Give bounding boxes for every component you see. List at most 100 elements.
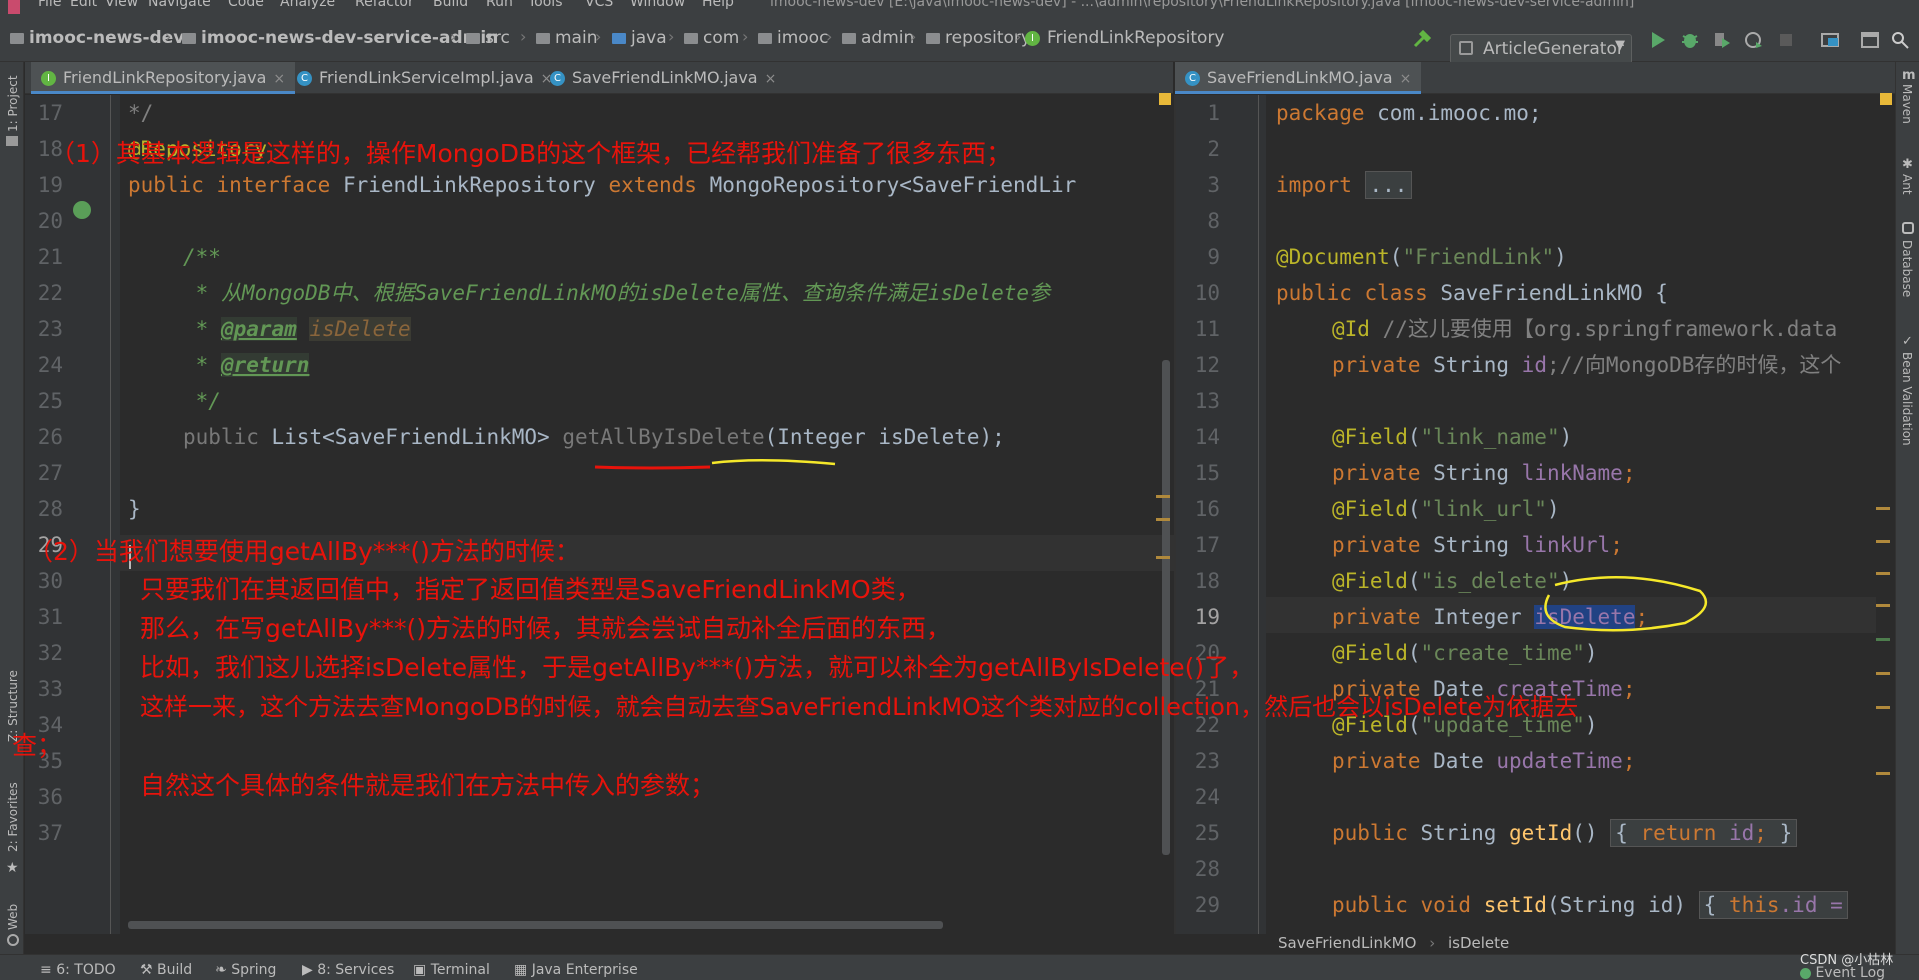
project-structure-icon[interactable] bbox=[1820, 30, 1840, 50]
breadcrumb-file[interactable]: I FriendLinkRepository bbox=[1025, 28, 1225, 48]
tab-savefriendlinkmo-left[interactable]: C SaveFriendLinkMO.java × bbox=[540, 62, 786, 94]
field-type: String bbox=[1433, 533, 1522, 557]
tab-savefriendlinkmo-right[interactable]: C SaveFriendLinkMO.java × bbox=[1175, 62, 1422, 94]
breadcrumb-java[interactable]: java bbox=[612, 28, 667, 48]
error-stripe-mark[interactable] bbox=[1156, 518, 1170, 521]
line-number: 16 bbox=[1194, 497, 1220, 521]
menu-window[interactable]: Window bbox=[630, 0, 685, 10]
right-code-editor[interactable]: package com.imooc.mo; import ... @Docume… bbox=[1276, 95, 1876, 934]
line-number: 37 bbox=[37, 821, 63, 845]
chevron-right-icon: › bbox=[520, 27, 527, 46]
layout-icon[interactable] bbox=[1860, 30, 1880, 50]
class-icon: C bbox=[297, 71, 312, 86]
debug-icon[interactable] bbox=[1680, 30, 1700, 50]
hammer-icon[interactable] bbox=[1412, 30, 1432, 50]
annotation-8: 自然这个具体的条件就是我们在方法中传入的参数； bbox=[140, 771, 716, 800]
breadcrumb-admin[interactable]: admin bbox=[842, 28, 914, 48]
menu-file[interactable]: File bbox=[38, 0, 61, 10]
breadcrumb-class[interactable]: SaveFriendLinkMO bbox=[1278, 934, 1416, 952]
code-keyword: private bbox=[1332, 533, 1434, 557]
imports-fold[interactable]: ... bbox=[1364, 171, 1413, 199]
tool-web[interactable]: Web bbox=[6, 904, 20, 930]
error-stripe-mark[interactable] bbox=[1156, 495, 1170, 498]
tab-friendlinkrepository[interactable]: I FriendLinkRepository.java × bbox=[31, 62, 296, 94]
breadcrumb-main[interactable]: main bbox=[536, 28, 597, 48]
code-keyword: private bbox=[1332, 353, 1434, 377]
tool-services[interactable]: ▶ 8: Services bbox=[302, 962, 394, 978]
close-icon[interactable]: × bbox=[765, 71, 777, 87]
warning-indicator[interactable] bbox=[1159, 93, 1171, 105]
tool-spring[interactable]: ❧ Spring bbox=[215, 962, 276, 978]
error-stripe-mark[interactable] bbox=[1876, 638, 1890, 641]
error-stripe-mark[interactable] bbox=[1876, 672, 1890, 675]
line-number: 29 bbox=[1194, 893, 1220, 917]
tool-build[interactable]: ⚒ Build bbox=[140, 962, 192, 978]
structure-breadcrumb: SaveFriendLinkMO › isDelete bbox=[1278, 934, 1509, 954]
left-vertical-scrollbar[interactable] bbox=[1162, 360, 1170, 855]
menu-edit[interactable]: Edit bbox=[70, 0, 97, 10]
tab-label: SaveFriendLinkMO.java bbox=[572, 68, 758, 87]
line-number: 10 bbox=[1194, 281, 1220, 305]
field-name: linkUrl bbox=[1521, 533, 1611, 557]
menu-build[interactable]: Build bbox=[433, 0, 468, 10]
tool-ant[interactable]: Ant bbox=[1900, 174, 1914, 195]
profile-icon[interactable] bbox=[1744, 30, 1764, 50]
implemented-gutter-icon[interactable] bbox=[73, 201, 91, 219]
warning-indicator[interactable] bbox=[1880, 93, 1892, 105]
run-configuration-select[interactable]: ArticleGenerator ▼ bbox=[1450, 34, 1632, 64]
line-number: 24 bbox=[37, 353, 63, 377]
menu-navigate[interactable]: Navigate bbox=[148, 0, 211, 10]
tool-maven[interactable]: Maven bbox=[1900, 84, 1914, 124]
tool-terminal[interactable]: ▣ Terminal bbox=[413, 962, 490, 978]
code-keyword: this bbox=[1728, 893, 1780, 917]
line-number: 31 bbox=[37, 605, 63, 629]
line-number: 3 bbox=[1207, 173, 1220, 197]
tool-label: Build bbox=[157, 962, 193, 978]
tool-bean-validation[interactable]: Bean Validation bbox=[1900, 352, 1914, 446]
breadcrumb-imooc[interactable]: imooc bbox=[758, 28, 828, 48]
javadoc-star: * bbox=[183, 281, 221, 305]
tool-favorites[interactable]: 2: Favorites bbox=[6, 782, 20, 852]
breadcrumb-field[interactable]: isDelete bbox=[1448, 934, 1509, 952]
stop-icon[interactable] bbox=[1776, 30, 1796, 50]
interface-icon: I bbox=[1025, 30, 1040, 46]
error-stripe-mark[interactable] bbox=[1876, 540, 1890, 543]
left-editor-tabs: I FriendLinkRepository.java × C FriendLinkS… bbox=[25, 62, 1173, 94]
menu-refactor[interactable]: Refactor bbox=[355, 0, 414, 10]
left-horizontal-scrollbar[interactable] bbox=[128, 921, 943, 929]
error-stripe-mark[interactable] bbox=[1876, 507, 1890, 510]
line-number: 19 bbox=[37, 173, 63, 197]
search-icon[interactable] bbox=[1890, 30, 1910, 50]
error-stripe-mark[interactable] bbox=[1876, 772, 1890, 775]
menu-vcs[interactable]: VCS bbox=[585, 0, 613, 10]
line-number: 15 bbox=[1194, 461, 1220, 485]
breadcrumb-com[interactable]: com bbox=[684, 28, 739, 48]
folder-icon bbox=[182, 33, 196, 44]
line-number: 18 bbox=[1194, 569, 1220, 593]
error-stripe-mark[interactable] bbox=[1156, 556, 1170, 559]
close-icon[interactable]: × bbox=[273, 71, 285, 87]
menu-help[interactable]: Help bbox=[702, 0, 734, 10]
yellow-highlight-circle bbox=[1544, 576, 1708, 632]
menu-run[interactable]: Run bbox=[486, 0, 513, 10]
error-stripe-mark[interactable] bbox=[1876, 572, 1890, 575]
tool-todo[interactable]: ≡ 6: TODO bbox=[40, 962, 116, 978]
left-code-editor[interactable]: */ @Repository public interface FriendLi… bbox=[128, 95, 1173, 934]
error-stripe-mark[interactable] bbox=[1876, 604, 1890, 607]
tool-project[interactable]: 1: Project bbox=[6, 75, 20, 132]
error-stripe-mark[interactable] bbox=[1876, 706, 1890, 709]
tab-friendlinkserviceimpl[interactable]: C FriendLinkServiceImpl.java × bbox=[287, 62, 562, 94]
tool-java-enterprise[interactable]: ▦ Java Enterprise bbox=[514, 962, 638, 978]
menu-analyze[interactable]: Analyze bbox=[280, 0, 335, 10]
run-icon[interactable] bbox=[1648, 30, 1668, 50]
left-tool-strip: 1: Project Z: Structure 2: Favorites ★ W… bbox=[0, 62, 24, 954]
breadcrumb-src[interactable]: src bbox=[466, 28, 510, 48]
menu-view[interactable]: View bbox=[105, 0, 138, 10]
close-icon[interactable]: × bbox=[1400, 71, 1412, 87]
coverage-icon[interactable] bbox=[1712, 30, 1732, 50]
breadcrumb-project[interactable]: imooc-news-dev bbox=[10, 28, 184, 48]
tool-database[interactable]: Database bbox=[1900, 240, 1914, 297]
tab-label: SaveFriendLinkMO.java bbox=[1207, 68, 1393, 87]
menu-tools[interactable]: Tools bbox=[528, 0, 563, 10]
menu-code[interactable]: Code bbox=[228, 0, 264, 10]
